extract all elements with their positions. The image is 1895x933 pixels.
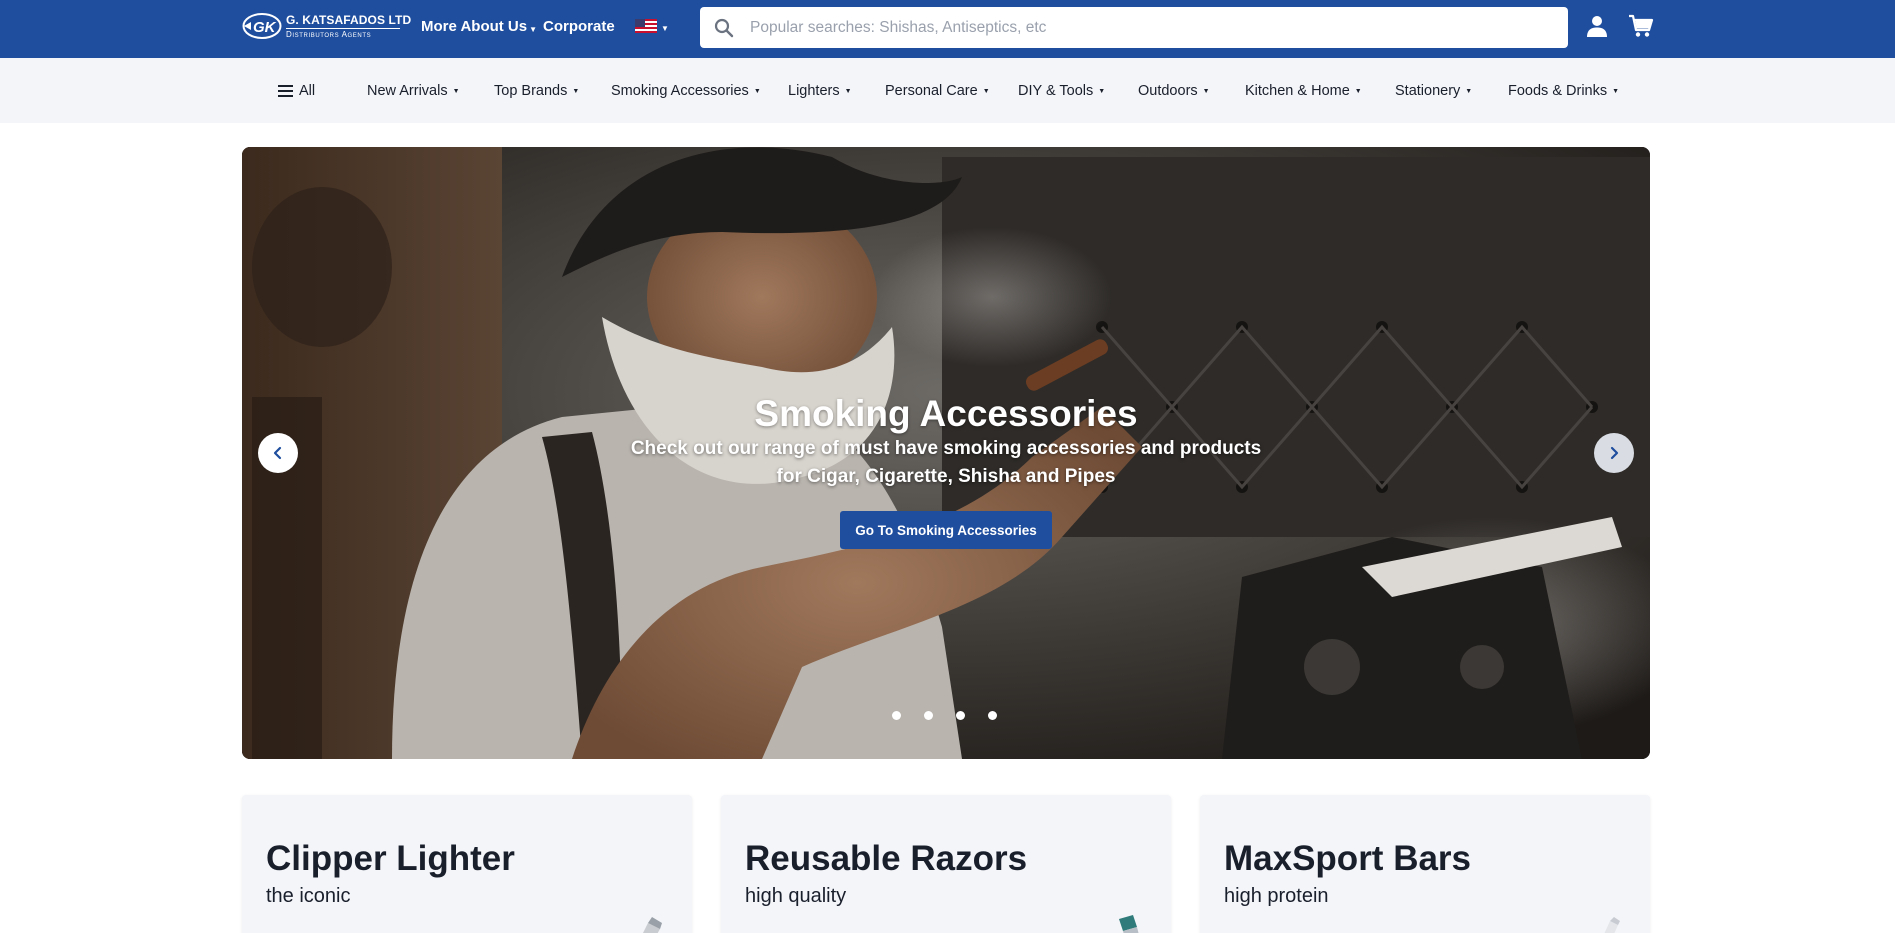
- logo-divider: [286, 28, 400, 29]
- menu-icon: [278, 85, 293, 97]
- top-header: GK G. KATSAFADOS LTD Distributors Agents…: [0, 0, 1895, 58]
- nav-label: Outdoors: [1138, 83, 1198, 99]
- nav-stationery[interactable]: Stationery ▼: [1395, 83, 1472, 99]
- nav-top-brands[interactable]: Top Brands ▼: [494, 83, 579, 99]
- more-about-us-link[interactable]: More About Us ▼: [421, 18, 537, 35]
- promo-card-razors[interactable]: Reusable Razors high quality: [721, 795, 1171, 933]
- user-icon[interactable]: [1585, 14, 1609, 38]
- nav-smoking-accessories[interactable]: Smoking Accessories ▼: [611, 83, 761, 99]
- promo-title: Clipper Lighter: [266, 839, 515, 878]
- promo-title: MaxSport Bars: [1224, 839, 1472, 878]
- promo-title: Reusable Razors: [745, 839, 1028, 878]
- nav-label: Foods & Drinks: [1508, 83, 1608, 99]
- cart-icon[interactable]: [1628, 14, 1654, 38]
- search-icon[interactable]: [714, 18, 734, 38]
- caret-down-icon: ▼: [452, 88, 460, 95]
- carousel-dot[interactable]: [956, 711, 965, 720]
- us-flag-icon[interactable]: [635, 19, 657, 33]
- corporate-link[interactable]: Corporate: [543, 18, 615, 35]
- more-about-us-label: More About Us: [421, 18, 528, 35]
- promo-subtitle: high quality: [745, 885, 847, 907]
- nav-label: Top Brands: [494, 83, 568, 99]
- promo-subtitle: the iconic: [266, 885, 351, 907]
- promo-card-clipper[interactable]: Clipper Lighter the iconic: [242, 795, 692, 933]
- nav-label: DIY & Tools: [1018, 83, 1094, 99]
- corporate-label: Corporate: [543, 18, 615, 35]
- carousel-dot[interactable]: [924, 711, 933, 720]
- nav-label: Smoking Accessories: [611, 83, 749, 99]
- hero-carousel[interactable]: Smoking Accessories Check out our range …: [242, 147, 1650, 759]
- company-logo[interactable]: GK G. KATSAFADOS LTD Distributors Agents: [242, 12, 411, 42]
- chevron-left-icon: [273, 446, 282, 460]
- carousel-dot[interactable]: [988, 711, 997, 720]
- hero-title: Smoking Accessories: [754, 393, 1138, 434]
- caret-down-icon: ▼: [844, 88, 852, 95]
- protein-bar-image: [1604, 917, 1620, 933]
- nav-label: New Arrivals: [367, 83, 448, 99]
- nav-diy-tools[interactable]: DIY & Tools ▼: [1018, 83, 1105, 99]
- caret-down-icon: ▼: [1354, 88, 1362, 95]
- language-caret-icon[interactable]: ▼: [661, 24, 669, 33]
- carousel-dots: [892, 711, 1002, 723]
- carousel-next-button[interactable]: [1594, 433, 1634, 473]
- category-nav: All New Arrivals ▼ Top Brands ▼ Smoking Ac…: [0, 58, 1895, 123]
- nav-label: Stationery: [1395, 83, 1461, 99]
- gk-logo-mark: GK: [242, 13, 282, 39]
- search-bar: [700, 7, 1568, 48]
- caret-down-icon: ▼: [529, 25, 538, 34]
- carousel-dot[interactable]: [892, 711, 901, 720]
- chevron-right-icon: [1610, 446, 1619, 460]
- nav-outdoors[interactable]: Outdoors ▼: [1138, 83, 1210, 99]
- caret-down-icon: ▼: [1098, 88, 1106, 95]
- carousel-prev-button[interactable]: [258, 433, 298, 473]
- nav-label: Personal Care: [885, 83, 978, 99]
- promo-subtitle: high protein: [1224, 885, 1329, 907]
- all-categories-button[interactable]: All: [278, 83, 315, 99]
- lighter-image: [643, 917, 662, 933]
- razor-image: [1119, 915, 1139, 933]
- nav-personal-care[interactable]: Personal Care ▼: [885, 83, 990, 99]
- hero-cta-button[interactable]: Go To Smoking Accessories: [840, 511, 1052, 549]
- nav-lighters[interactable]: Lighters ▼: [788, 83, 852, 99]
- search-input[interactable]: [750, 7, 1550, 48]
- caret-down-icon: ▼: [572, 88, 580, 95]
- caret-down-icon: ▼: [1465, 88, 1473, 95]
- nav-label: Kitchen & Home: [1245, 83, 1350, 99]
- logo-tagline: Distributors Agents: [286, 30, 372, 39]
- logo-company-name: G. KATSAFADOS LTD: [286, 13, 412, 27]
- svg-text:GK: GK: [253, 19, 277, 36]
- caret-down-icon: ▼: [753, 88, 761, 95]
- nav-new-arrivals[interactable]: New Arrivals ▼: [367, 83, 460, 99]
- nav-label: Lighters: [788, 83, 840, 99]
- nav-kitchen-home[interactable]: Kitchen & Home ▼: [1245, 83, 1362, 99]
- caret-down-icon: ▼: [1612, 88, 1620, 95]
- all-label: All: [299, 83, 316, 99]
- hero-subtitle: Check out our range of must have smoking…: [630, 438, 1262, 487]
- promo-card-maxsport[interactable]: MaxSport Bars high protein: [1200, 795, 1650, 933]
- caret-down-icon: ▼: [982, 88, 990, 95]
- nav-foods-drinks[interactable]: Foods & Drinks ▼: [1508, 83, 1619, 99]
- caret-down-icon: ▼: [1202, 88, 1210, 95]
